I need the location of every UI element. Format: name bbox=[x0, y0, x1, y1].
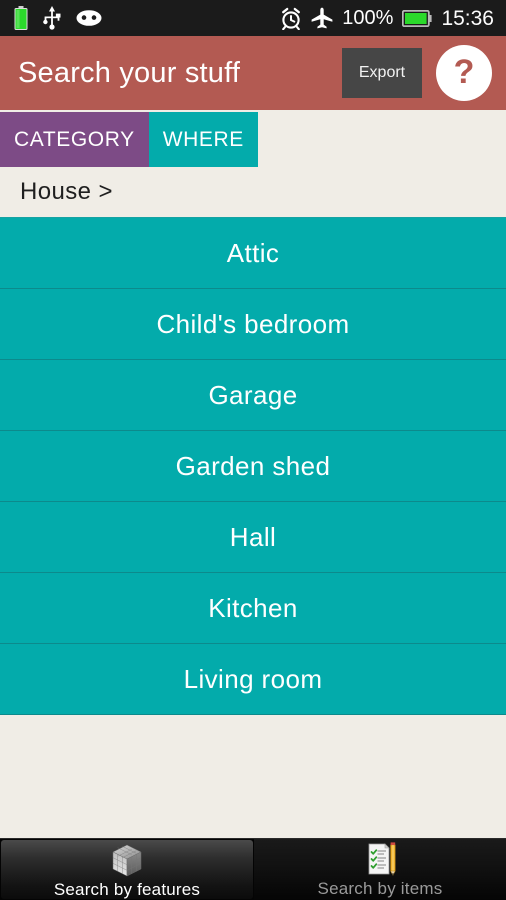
bottom-tab-search-by-features[interactable]: Search by features bbox=[1, 840, 253, 899]
list-item[interactable]: Child's bedroom bbox=[0, 289, 506, 360]
usb-icon bbox=[42, 6, 62, 30]
breadcrumb[interactable]: House > bbox=[0, 167, 506, 217]
cube-icon bbox=[108, 842, 146, 880]
bottom-tab-label: Search by features bbox=[53, 880, 201, 899]
status-bar-right-icons: 100% 15:36 bbox=[280, 7, 498, 30]
battery-charging-icon bbox=[14, 6, 28, 30]
battery-percent-label: 100% bbox=[342, 7, 394, 29]
list-item[interactable]: Garden shed bbox=[0, 431, 506, 502]
airplane-mode-icon bbox=[311, 7, 333, 29]
list-item[interactable]: Garage bbox=[0, 360, 506, 431]
alarm-clock-icon bbox=[280, 7, 302, 30]
clock-label: 15:36 bbox=[441, 6, 494, 30]
app-root: 100% 15:36 Search your stuff Export ? CA… bbox=[0, 0, 506, 900]
tab-where[interactable]: WHERE bbox=[148, 112, 258, 167]
list-item[interactable]: Living room bbox=[0, 644, 506, 715]
cyanogenmod-icon bbox=[76, 9, 102, 27]
battery-icon bbox=[402, 9, 433, 27]
list-item[interactable]: Kitchen bbox=[0, 573, 506, 644]
list-item[interactable]: Hall bbox=[0, 502, 506, 573]
status-bar: 100% 15:36 bbox=[0, 0, 506, 36]
checklist-pencil-icon bbox=[361, 841, 399, 879]
breadcrumb-label[interactable]: House > bbox=[20, 178, 113, 206]
tab-bar: CATEGORY WHERE bbox=[0, 110, 506, 167]
bottom-tab-label: Search by items bbox=[317, 879, 443, 898]
list-item[interactable]: Attic bbox=[0, 218, 506, 289]
status-bar-left-icons bbox=[8, 6, 102, 30]
help-button[interactable]: ? bbox=[436, 45, 492, 101]
export-button[interactable]: Export bbox=[342, 48, 422, 98]
action-bar: Search your stuff Export ? bbox=[0, 36, 506, 110]
list-container: Attic Child's bedroom Garage Garden shed… bbox=[0, 217, 506, 838]
bottom-tab-search-by-items[interactable]: Search by items bbox=[254, 839, 506, 900]
where-list: Attic Child's bedroom Garage Garden shed… bbox=[0, 217, 506, 715]
page-title: Search your stuff bbox=[18, 56, 241, 89]
tab-category[interactable]: CATEGORY bbox=[0, 112, 149, 167]
bottom-tab-bar: Search by features Search by items bbox=[0, 838, 506, 900]
